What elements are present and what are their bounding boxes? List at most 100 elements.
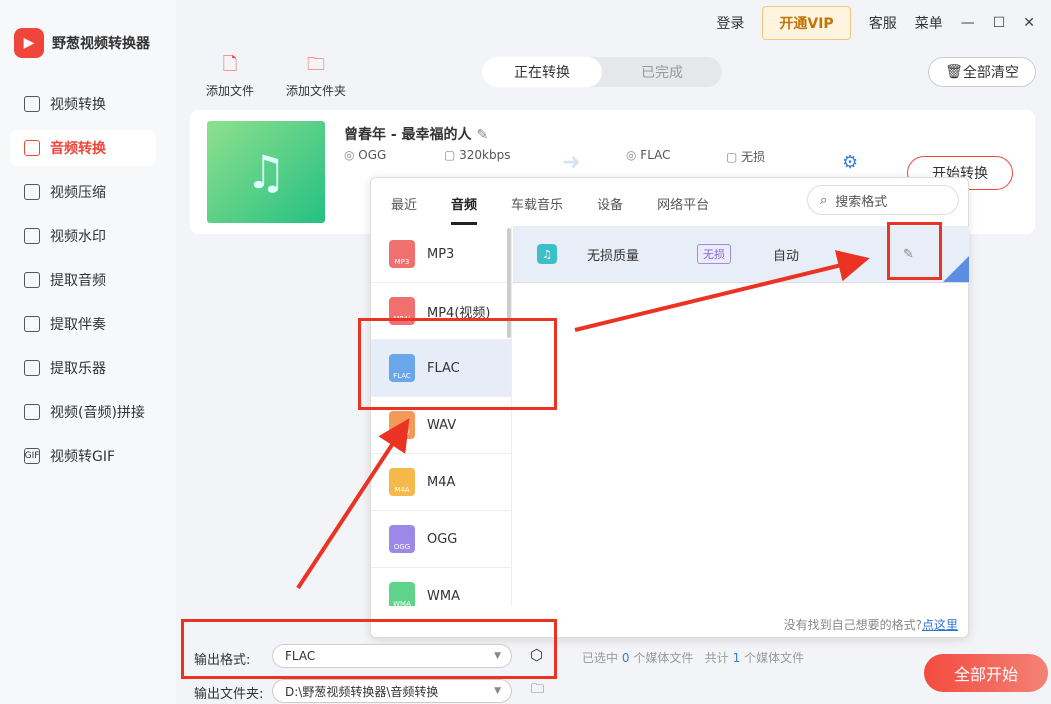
video-icon: [24, 96, 40, 112]
annotation-box: [358, 318, 557, 410]
tab-converting[interactable]: 正在转换: [482, 57, 602, 87]
total-count: 1: [732, 651, 741, 665]
edit-icon[interactable]: ✎: [476, 127, 488, 143]
t: 共计: [704, 651, 729, 665]
check-corner-icon: [943, 256, 969, 282]
sidebar-item-video-convert[interactable]: 视频转换: [10, 86, 156, 122]
target-quality: ▢ 无损: [726, 150, 766, 164]
format-item-m4a[interactable]: M4A M4A: [371, 454, 511, 511]
t: 已选中: [582, 651, 619, 665]
search-icon: ⌕: [820, 192, 828, 208]
settings-file-icon[interactable]: ⚙: [842, 152, 858, 173]
tab-audio[interactable]: 音频: [451, 194, 478, 225]
t: 个媒体文件: [744, 651, 805, 665]
format-file-icon: OGG: [389, 525, 415, 553]
close-icon[interactable]: ✕: [1023, 15, 1035, 31]
file-title: 曾春年 - 最幸福的人: [344, 127, 472, 143]
tab-car-music[interactable]: 车载音乐: [511, 194, 563, 225]
label: 视频转换: [50, 97, 106, 113]
sidebar-item-extract-accompaniment[interactable]: 提取伴奏: [10, 306, 156, 342]
merge-icon: [24, 404, 40, 420]
tab-device[interactable]: 设备: [597, 194, 623, 225]
hint-text: 没有找到自己想要的格式?: [783, 618, 922, 632]
label: 提取伴奏: [50, 317, 106, 333]
arrow-right-icon: ➜: [562, 150, 581, 175]
format-file-icon: MP3: [389, 240, 415, 268]
value: OGG: [358, 148, 387, 162]
quality-value: 自动: [773, 248, 800, 264]
service-link[interactable]: 客服: [869, 13, 897, 33]
app-name: 野葱视频转换器: [52, 36, 150, 52]
dropdown-arrow-icon: ▼: [494, 686, 501, 696]
sidebar-item-merge[interactable]: 视频(音频)拼接: [10, 394, 156, 430]
folder-plus-icon: 🗀: [307, 54, 325, 75]
sidebar: ▶ 野葱视频转换器 视频转换 音频转换 视频压缩 视频水印 提取音频 提取伴奏 提…: [0, 0, 176, 704]
file-plus-icon: 🗋: [222, 54, 238, 75]
sidebar-item-video-compress[interactable]: 视频压缩: [10, 174, 156, 210]
clear-all-button[interactable]: 🗑 全部清空: [928, 57, 1036, 87]
source-bitrate: ▢ 320kbps: [444, 148, 511, 162]
format-file-icon: WMA: [389, 582, 415, 606]
sidebar-item-gif[interactable]: GIF 视频转GIF: [10, 438, 156, 474]
label: 视频转GIF: [50, 449, 116, 465]
hint-link[interactable]: 点这里: [922, 618, 958, 632]
label: 添加文件夹: [286, 84, 347, 98]
play-logo-icon: ▶: [14, 28, 44, 58]
label: 添加文件: [206, 84, 255, 98]
label: 视频(音频)拼接: [50, 405, 145, 421]
label: 提取音频: [50, 273, 106, 289]
trash-icon: 🗑: [945, 64, 963, 80]
annotation-box: [181, 619, 557, 679]
label: 视频水印: [50, 229, 106, 245]
menu-link[interactable]: 菜单: [915, 13, 943, 33]
format-item-wma[interactable]: WMA WMA: [371, 568, 511, 606]
tab-done[interactable]: 已完成: [602, 57, 722, 87]
sidebar-item-watermark[interactable]: 视频水印: [10, 218, 156, 254]
headphone-icon: [24, 316, 40, 332]
login-link[interactable]: 登录: [716, 13, 744, 33]
format-name: M4A: [427, 474, 456, 490]
format-item-mp3[interactable]: MP3 MP3: [371, 226, 511, 283]
speaker-icon: [24, 140, 40, 156]
app-logo: ▶ 野葱视频转换器: [14, 28, 150, 58]
format-item-ogg[interactable]: OGG OGG: [371, 511, 511, 568]
add-folder-button[interactable]: 🗀 添加文件夹: [286, 52, 346, 99]
value: 320kbps: [459, 148, 511, 162]
value: 无损: [741, 150, 766, 164]
sidebar-item-extract-instrument[interactable]: 提取乐器: [10, 350, 156, 386]
sidebar-item-audio-convert[interactable]: 音频转换: [10, 130, 156, 166]
lossless-badge: 无损: [697, 244, 731, 264]
format-list: MP3 MP3 MP4(MP4(视频) FLAC FLAC WAV WAV M4A M4A OGG…: [371, 226, 512, 606]
format-search-input[interactable]: ⌕ 搜索格式: [807, 185, 959, 215]
t: 个媒体文件: [633, 651, 694, 665]
selection-status: 已选中 0 个媒体文件 共计 1 个媒体文件: [582, 649, 804, 666]
label: 提取乐器: [50, 361, 106, 377]
watermark-icon: [24, 228, 40, 244]
label: 音频转换: [50, 141, 106, 157]
topbar: 登录 开通VIP 客服 菜单 — ☐ ✕: [716, 6, 1035, 40]
value: D:\野葱视频转换器\音频转换: [285, 684, 439, 699]
vip-button[interactable]: 开通VIP: [762, 6, 851, 40]
mic-icon: [24, 272, 40, 288]
format-file-icon: WAV: [389, 411, 415, 439]
minimize-icon[interactable]: —: [961, 15, 975, 31]
gif-icon: GIF: [24, 448, 40, 464]
quality-name: 无损质量: [587, 248, 640, 264]
start-all-button[interactable]: 全部开始: [924, 654, 1048, 692]
folder-icon[interactable]: 🗀: [531, 680, 544, 702]
music-note-icon: ♫: [207, 121, 325, 223]
format-name: OGG: [427, 531, 458, 547]
sidebar-item-extract-audio[interactable]: 提取音频: [10, 262, 156, 298]
format-name: WMA: [427, 588, 460, 604]
status-tabs: 正在转换 已完成: [482, 57, 722, 87]
compress-icon: [24, 184, 40, 200]
tab-platform[interactable]: 网络平台: [657, 194, 709, 225]
maximize-icon[interactable]: ☐: [993, 15, 1006, 31]
format-name: WAV: [427, 417, 457, 433]
format-file-icon: M4A: [389, 468, 415, 496]
tab-recent[interactable]: 最近: [391, 194, 417, 225]
output-folder-label: 输出文件夹:: [194, 687, 264, 702]
output-folder-select[interactable]: D:\野葱视频转换器\音频转换 ▼: [272, 679, 512, 703]
add-file-button[interactable]: 🗋 添加文件: [206, 52, 254, 99]
music-icon: ♫: [537, 244, 557, 264]
